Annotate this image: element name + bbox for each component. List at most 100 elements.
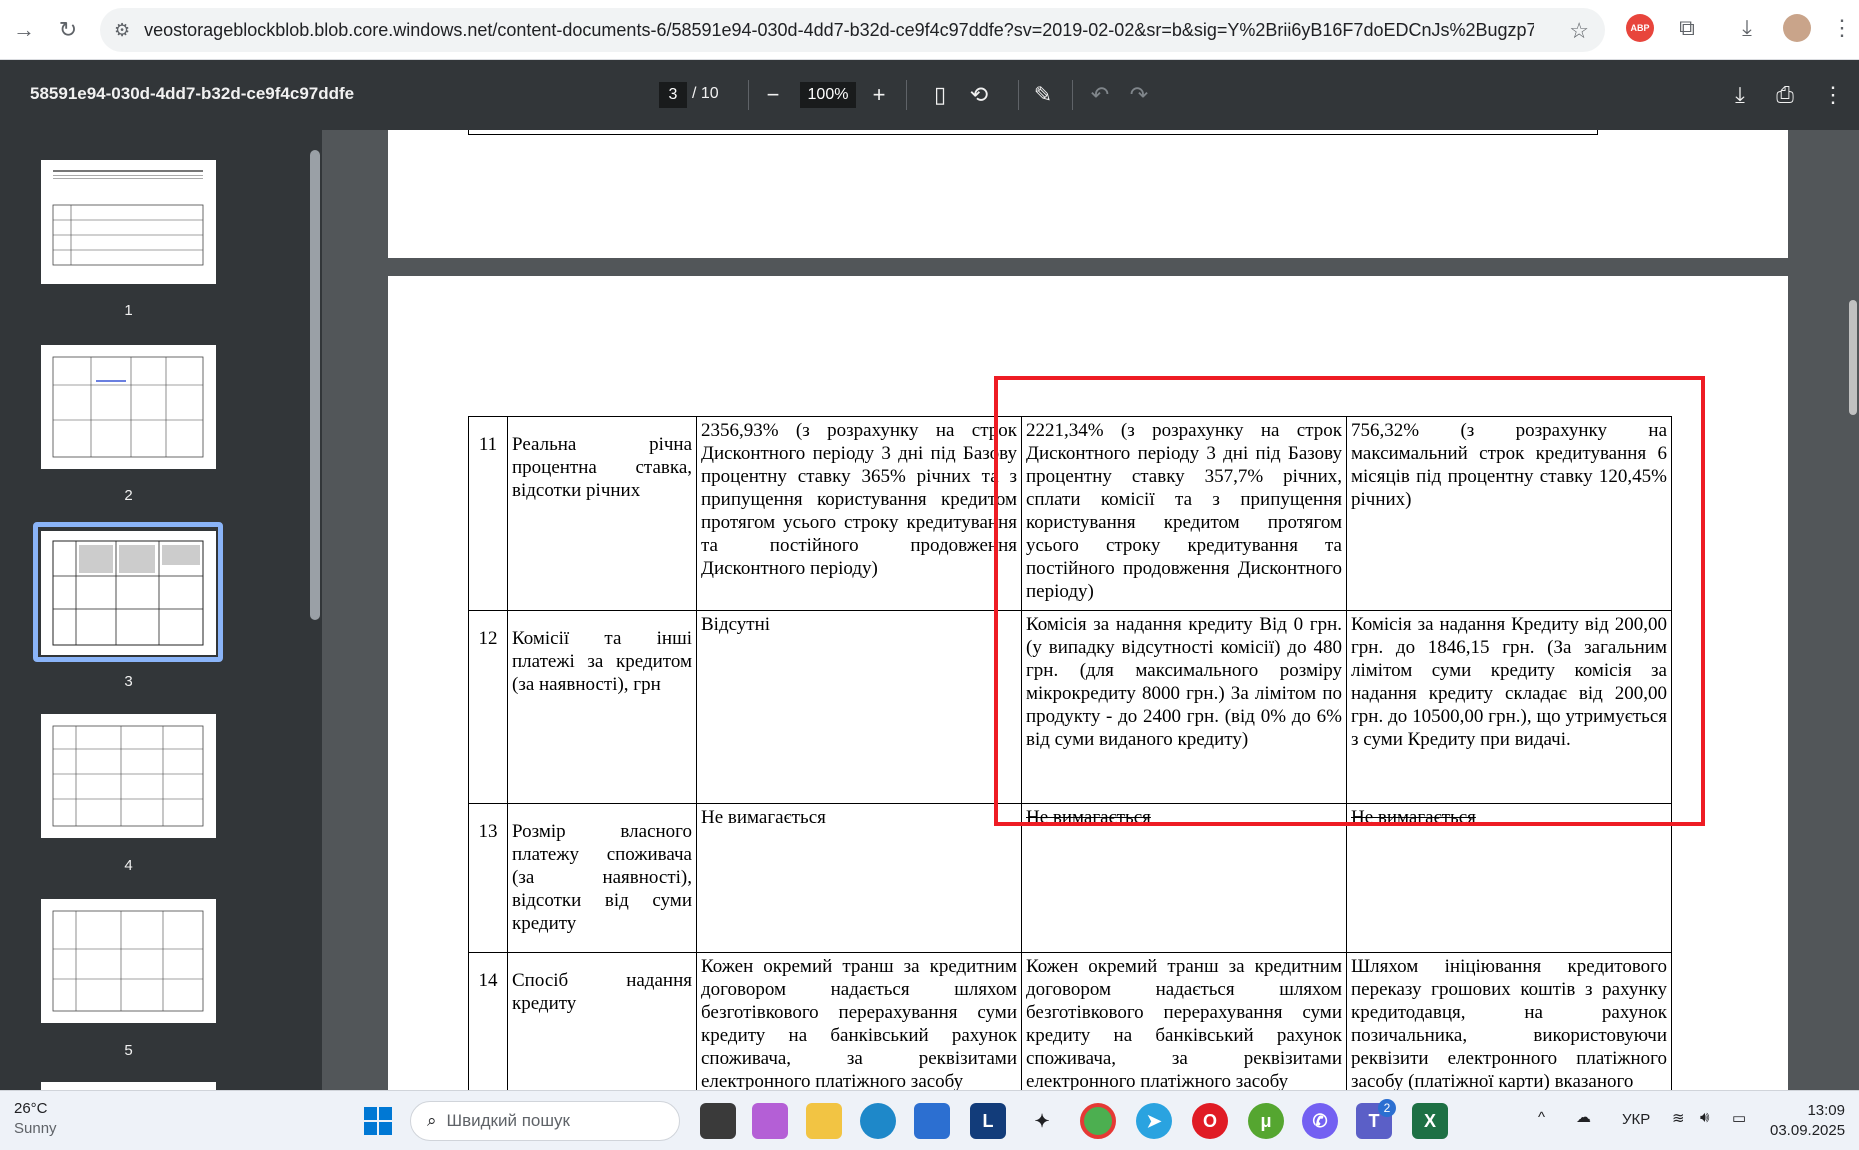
cell-col-3: Шляхом ініціювання кредитового переказу …	[1346, 952, 1672, 1090]
annotate-pen-icon[interactable]: ✎	[1028, 80, 1058, 110]
page-total: / 10	[692, 85, 719, 102]
cell-col-1: 2356,93% (з розрахунку на строк Дисконтн…	[696, 416, 1022, 611]
system-clock[interactable]: 13:09 03.09.2025	[1770, 1101, 1845, 1141]
file-explorer-icon[interactable]	[806, 1103, 842, 1139]
undo-icon[interactable]: ↶	[1085, 80, 1115, 110]
battery-icon[interactable]: ▭	[1732, 1109, 1746, 1127]
page-thumbnail-4[interactable]	[41, 714, 216, 838]
cell-col-2: 2221,34% (з розрахунку на строк Дисконтн…	[1021, 416, 1347, 611]
table-row: 13 Розмір власного платежу споживача (за…	[468, 803, 1672, 953]
page-thumbnail-2[interactable]	[41, 345, 216, 469]
profile-avatar[interactable]	[1783, 14, 1811, 42]
adblock-plus-icon[interactable]: ABP	[1626, 14, 1654, 42]
row-number: 14	[468, 952, 508, 1090]
more-options-icon[interactable]: ⋮	[1818, 80, 1848, 110]
thumbnail-sidebar: 1 2 3 4 5	[0, 130, 322, 1092]
weather-widget[interactable]: 26°C Sunny	[14, 1099, 57, 1139]
thumbnail-number: 2	[124, 487, 133, 504]
document-scrollbar[interactable]	[1849, 300, 1857, 415]
cell-col-1: Не вимагається	[696, 803, 1022, 953]
temperature: 26°C	[14, 1100, 48, 1117]
cell-col-1: Кожен окремий транш за кредитним договор…	[696, 952, 1022, 1090]
reload-icon[interactable]: ↻	[50, 12, 86, 48]
clock-time: 13:09	[1807, 1102, 1845, 1119]
rotate-icon[interactable]: ⟲	[964, 80, 994, 110]
page-thumbnail-3[interactable]	[41, 531, 216, 655]
download-icon[interactable]: ⤓	[1725, 80, 1755, 110]
row-label: Розмір власного платежу споживача (за на…	[507, 803, 697, 953]
menu-kebab-icon[interactable]: ⋮	[1828, 14, 1856, 42]
search-placeholder: Швидкий пошук	[446, 1111, 570, 1130]
page-number-input[interactable]: 3	[659, 82, 687, 108]
cell-col-2: Комісія за надання кредиту Від 0 грн. (у…	[1021, 610, 1347, 804]
utorrent-icon[interactable]: μ	[1248, 1103, 1284, 1139]
row-number: 11	[468, 416, 508, 611]
chrome-icon[interactable]	[1080, 1103, 1116, 1139]
table-row: 14 Спосіб надання кредиту Кожен окремий …	[468, 952, 1672, 1090]
thumbnail-number: 1	[124, 302, 133, 319]
taskbar-search[interactable]: ⌕ Швидкий пошук	[410, 1101, 680, 1141]
cell-col-2: Не вимагається	[1021, 803, 1347, 953]
tray-chevron-icon[interactable]: ^	[1538, 1109, 1545, 1126]
document-scrollbar-track	[1845, 130, 1859, 1090]
address-bar[interactable]: ⚙ veostorageblockblob.blob.core.windows.…	[100, 8, 1605, 52]
sidebar-scrollbar[interactable]	[310, 150, 320, 620]
redo-icon[interactable]: ↷	[1124, 80, 1154, 110]
cell-col-3: Комісія за надання Кредиту від 200,00 гр…	[1346, 610, 1672, 804]
document-title: 58591e94-030d-4dd7-b32d-ce9f4c97ddfe	[30, 84, 355, 103]
print-icon[interactable]: ⎙	[1770, 80, 1800, 110]
search-icon: ⌕	[427, 1111, 437, 1130]
thumbnail-number: 5	[124, 1042, 133, 1059]
store-icon[interactable]	[914, 1103, 950, 1139]
copilot-icon[interactable]	[752, 1103, 788, 1139]
excel-icon[interactable]: X	[1412, 1103, 1448, 1139]
language-indicator[interactable]: УКР	[1622, 1111, 1650, 1128]
viber-icon[interactable]: ✆	[1302, 1103, 1338, 1139]
bookmark-star-icon[interactable]: ☆	[1569, 18, 1589, 44]
volume-icon[interactable]: 🔊︎	[1700, 1109, 1709, 1126]
thumbnail-content	[52, 170, 204, 266]
url-text[interactable]: veostorageblockblob.blob.core.windows.ne…	[144, 20, 1534, 41]
forward-icon[interactable]: →	[6, 12, 42, 48]
toolbar-divider	[748, 80, 749, 110]
table-row: 12 Комісії та інші платежі за кредитом (…	[468, 610, 1672, 804]
extensions-icon[interactable]: ⧉	[1673, 14, 1701, 42]
teams-badge: 2	[1378, 1099, 1396, 1117]
browser-toolbar: → ↻ ⚙ veostorageblockblob.blob.core.wind…	[0, 0, 1859, 60]
document-viewer: 11 Реальна річна процентна ставка, відсо…	[322, 130, 1859, 1090]
zoom-out-icon[interactable]: −	[758, 80, 788, 110]
cell-col-2: Кожен окремий транш за кредитним договор…	[1021, 952, 1347, 1090]
telegram-icon[interactable]: ➤	[1136, 1103, 1172, 1139]
edge-icon[interactable]	[860, 1103, 896, 1139]
l-app-icon[interactable]: L	[970, 1103, 1006, 1139]
onedrive-icon[interactable]: ☁	[1576, 1108, 1591, 1126]
page-thumbnail-5[interactable]	[41, 899, 216, 1023]
row-label: Реальна річна процентна ставка, відсотки…	[507, 416, 697, 611]
zoom-in-icon[interactable]: +	[864, 80, 894, 110]
cell-col-1: Відсутні	[696, 610, 1022, 804]
pdf-page-3: 11 Реальна річна процентна ставка, відсо…	[388, 276, 1788, 1090]
table-row: 11 Реальна річна процентна ставка, відсо…	[468, 416, 1672, 611]
downloads-icon[interactable]: ⤓	[1733, 14, 1761, 42]
task-view-icon[interactable]	[700, 1103, 736, 1139]
site-info-icon[interactable]: ⚙	[114, 20, 130, 41]
wifi-icon[interactable]: ≋	[1672, 1109, 1685, 1127]
row-label: Спосіб надання кредиту	[507, 952, 697, 1090]
page-thumbnail-1[interactable]	[41, 160, 216, 284]
toolbar-divider	[1072, 80, 1073, 110]
row-number: 12	[468, 610, 508, 804]
fit-page-icon[interactable]: ▯	[925, 80, 955, 110]
windows-taskbar: 26°C Sunny ⌕ Швидкий пошук L ✦ ➤ O μ ✆ T…	[0, 1090, 1859, 1150]
pdf-toolbar: 58591e94-030d-4dd7-b32d-ce9f4c97ddfe 3 /…	[0, 60, 1859, 130]
thumbnail-content	[52, 910, 204, 1012]
thumbnail-content	[52, 725, 204, 827]
opera-icon[interactable]: O	[1192, 1103, 1228, 1139]
clock-date: 03.09.2025	[1770, 1122, 1846, 1139]
row-label: Комісії та інші платежі за кредитом (за …	[507, 610, 697, 804]
zoom-input[interactable]: 100%	[800, 82, 856, 108]
start-button[interactable]	[364, 1107, 392, 1135]
previous-table-edge	[468, 130, 1598, 135]
pdf-page-previous	[388, 130, 1788, 258]
toolbar-divider	[906, 80, 907, 110]
dropbox-icon[interactable]: ✦	[1024, 1103, 1060, 1139]
